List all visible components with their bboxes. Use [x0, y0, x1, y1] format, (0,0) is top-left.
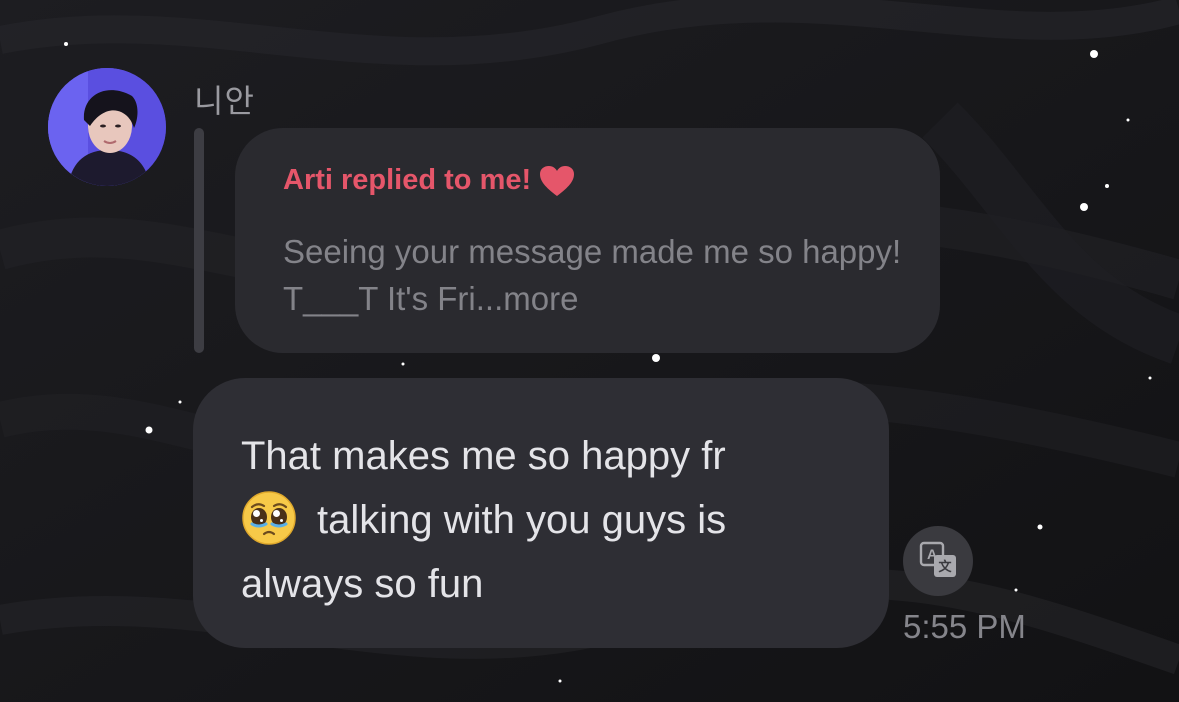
heart-icon [539, 165, 575, 197]
message-line-3: always so fun [241, 562, 484, 606]
translate-icon: A 文 [919, 541, 956, 577]
svg-text:文: 文 [938, 559, 952, 574]
reply-indicator-bar [194, 128, 204, 353]
quoted-message: Seeing your message made me so happy! T_… [283, 228, 923, 322]
message-text: That makes me so happy fr talking with y… [241, 424, 861, 616]
quoted-text: Seeing your message made me so happy! T_… [283, 233, 902, 317]
message-line-1: That makes me so happy fr [241, 434, 726, 478]
quoted-reply-bubble[interactable]: Arti replied to me! Seeing your message … [235, 128, 940, 353]
sender-name: 니안 [194, 83, 255, 119]
quote-title: Arti replied to me! [283, 164, 532, 196]
pleading-face-emoji [241, 490, 297, 546]
more-link[interactable]: more [503, 280, 578, 317]
quote-header: Arti replied to me! [283, 164, 575, 197]
message-line-2: talking with you guys is [241, 488, 861, 552]
avatar[interactable] [48, 68, 166, 186]
message-line-2-text: talking with you guys is [317, 498, 727, 542]
message-timestamp: 5:55 PM [903, 608, 1026, 645]
translate-button[interactable]: A 文 [903, 526, 973, 596]
message-bubble[interactable]: That makes me so happy fr talking with y… [193, 378, 889, 648]
